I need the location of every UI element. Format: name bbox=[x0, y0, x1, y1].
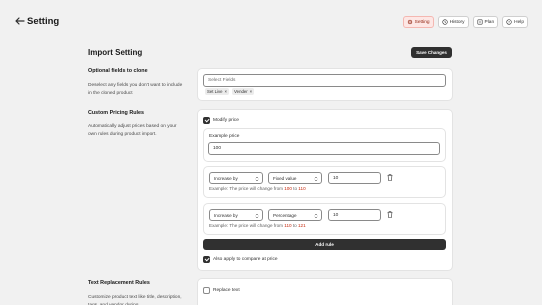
gear-icon bbox=[407, 19, 412, 25]
replace-text-label: Replace text bbox=[213, 288, 240, 293]
rule-1-type-select[interactable]: Fixed value bbox=[268, 172, 322, 184]
modify-price-checkbox[interactable] bbox=[203, 117, 210, 124]
rule-1-from-price: 100 bbox=[284, 186, 292, 191]
optional-fields-title: Optional fields to clone bbox=[88, 68, 148, 74]
chip-label: Vender bbox=[234, 89, 248, 94]
chip-label: Set Live bbox=[207, 89, 223, 94]
top-bar: Setting Setting History Plan ? Help bbox=[0, 0, 542, 44]
remove-chip-icon[interactable]: × bbox=[250, 89, 253, 94]
plan-button[interactable]: Plan bbox=[472, 16, 499, 28]
rule-1-operation-value: Increase by bbox=[214, 175, 238, 181]
select-caret-icon bbox=[314, 176, 318, 181]
rule-1-value: 10 bbox=[333, 175, 339, 181]
page-title: Setting bbox=[27, 16, 60, 27]
rule-1-type-value: Fixed value bbox=[273, 175, 297, 181]
chip-vender: Vender × bbox=[232, 88, 255, 95]
pricing-rules-title: Custom Pricing Rules bbox=[88, 110, 145, 116]
rule-1-example-text: Example: The price will change from 100 … bbox=[209, 186, 306, 191]
chip-set-live: Set Live × bbox=[205, 88, 230, 95]
rule-2-to-price: 121 bbox=[297, 223, 306, 228]
rule-2-type-select[interactable]: Percentage bbox=[268, 209, 322, 221]
select-fields-input[interactable]: Select Fields bbox=[203, 74, 446, 87]
delete-rule-2-trash-icon[interactable] bbox=[387, 211, 393, 218]
optional-fields-description: Deselect any fields you don't want to in… bbox=[88, 83, 183, 96]
rule-1-to-price: 110 bbox=[298, 186, 306, 191]
rule-2-example-prefix: Example: The price will change from bbox=[209, 223, 285, 228]
help-icon: ? bbox=[506, 19, 512, 25]
history-icon bbox=[441, 19, 448, 25]
rule-2-type-value: Percentage bbox=[273, 212, 297, 218]
history-button[interactable]: History bbox=[437, 16, 469, 28]
help-button-label: Help bbox=[514, 19, 524, 25]
setting-button-label: Setting bbox=[414, 19, 430, 25]
select-caret-icon bbox=[255, 213, 259, 218]
select-fields-placeholder: Select Fields bbox=[208, 78, 236, 83]
save-changes-button[interactable]: Save Changes bbox=[411, 47, 452, 58]
rule-2-example-text: Example: The price will change from 110 … bbox=[209, 223, 306, 228]
svg-text:?: ? bbox=[508, 20, 510, 24]
example-price-input[interactable]: 100 bbox=[208, 142, 440, 155]
example-price-value: 100 bbox=[213, 146, 222, 151]
text-replacement-title: Text Replacement Rules bbox=[88, 280, 150, 286]
rule-2-from-price: 110 bbox=[284, 223, 292, 228]
rule-1-operation-select[interactable]: Increase by bbox=[209, 172, 263, 184]
plan-button-label: Plan bbox=[484, 19, 495, 25]
import-setting-title: Import Setting bbox=[88, 48, 143, 57]
replace-text-checkbox[interactable] bbox=[203, 287, 210, 294]
history-button-label: History bbox=[449, 19, 465, 25]
setting-button[interactable]: Setting bbox=[402, 16, 434, 28]
plan-icon bbox=[477, 19, 483, 25]
compare-at-price-label: Also apply to compare at price bbox=[213, 257, 278, 262]
header-actions: Setting History Plan ? Help bbox=[402, 16, 528, 28]
delete-rule-1-trash-icon[interactable] bbox=[387, 174, 393, 181]
remove-chip-icon[interactable]: × bbox=[225, 89, 228, 94]
field-chips: Set Live × Vender × bbox=[205, 88, 255, 95]
example-price-label: Example price bbox=[209, 134, 240, 139]
rule-2-operation-select[interactable]: Increase by bbox=[209, 209, 263, 221]
select-caret-icon bbox=[255, 176, 259, 181]
rule-1-value-input[interactable]: 10 bbox=[328, 172, 381, 184]
rule-2-value-input[interactable]: 10 bbox=[328, 209, 381, 221]
rule-2-operation-value: Increase by bbox=[214, 212, 238, 218]
select-caret-icon bbox=[314, 213, 318, 218]
add-rule-button[interactable]: Add rule bbox=[203, 239, 446, 250]
text-replacement-description: Customize product text like title, descr… bbox=[88, 295, 182, 305]
back-arrow-icon[interactable] bbox=[14, 15, 26, 27]
help-button[interactable]: ? Help bbox=[502, 16, 528, 28]
rule-1-example-prefix: Example: The price will change from bbox=[209, 186, 285, 191]
rule-2-value: 10 bbox=[333, 212, 339, 218]
pricing-rules-description: Automatically adjust prices based on you… bbox=[88, 124, 177, 137]
modify-price-label: Modify price bbox=[213, 118, 239, 123]
compare-at-price-checkbox[interactable] bbox=[203, 256, 210, 263]
